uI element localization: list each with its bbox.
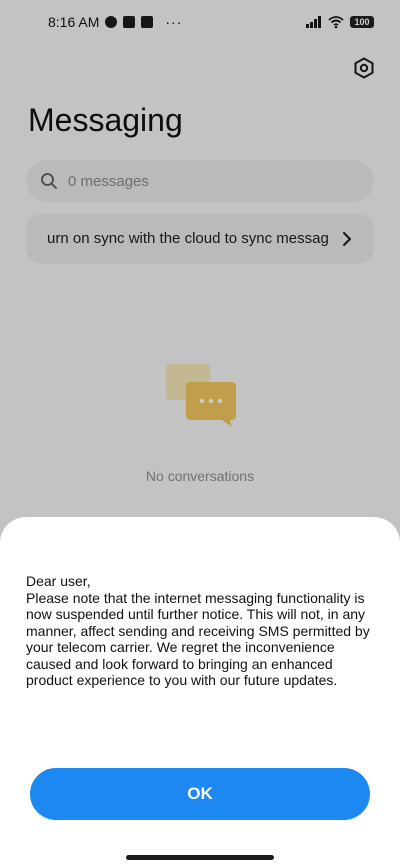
home-indicator (126, 855, 274, 860)
notice-dialog: Dear user, Please note that the internet… (0, 517, 400, 866)
notice-text: Dear user, Please note that the internet… (26, 573, 376, 689)
ok-button[interactable]: OK (30, 768, 370, 820)
notice-greeting: Dear user, (26, 573, 91, 589)
notice-body: Please note that the internet messaging … (26, 589, 370, 689)
